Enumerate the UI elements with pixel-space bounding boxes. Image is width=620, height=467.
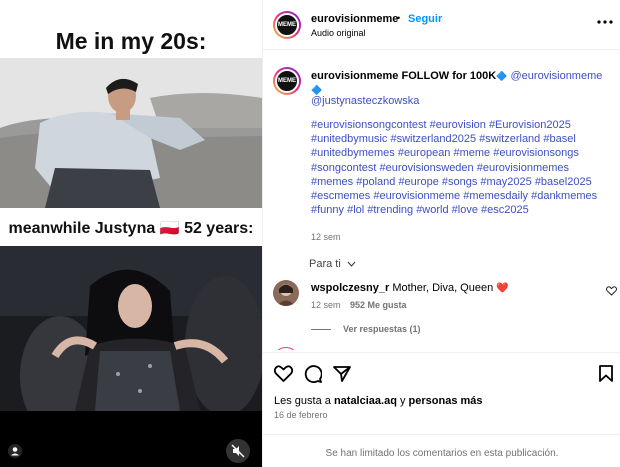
comment-likes[interactable]: 952 Me gusta (350, 300, 407, 310)
liker-username[interactable]: natalciaa.aq (334, 395, 397, 407)
caption-timestamp: 12 sem (311, 232, 341, 242)
share-icon[interactable] (333, 365, 351, 383)
blue-diamond-icon: 🔷 (496, 71, 508, 81)
meme-mid-caption: meanwhile Justyna 🇵🇱 52 years: (8, 220, 254, 237)
commenter-avatar[interactable] (273, 280, 299, 306)
post-date: 16 de febrero (274, 410, 328, 420)
chevron-down-icon (347, 261, 356, 268)
likes-prefix: Les gusta a (274, 395, 331, 407)
post-media[interactable]: Me in my 20s: meanwhile Justyna 🇵🇱 52 ye… (0, 0, 262, 467)
sort-label: Para ti (309, 258, 341, 270)
replies-divider (311, 329, 331, 330)
mention-link[interactable]: @eurovisionmeme (511, 70, 603, 82)
comment-sort-dropdown[interactable]: Para ti (309, 258, 356, 270)
more-options-icon[interactable] (597, 19, 613, 25)
next-commenter-avatar[interactable] (273, 347, 299, 350)
post-sidebar: MEME eurovisionmeme • Seguir Audio origi… (262, 0, 620, 467)
likes-middle: y (399, 395, 406, 407)
post-header: MEME eurovisionmeme • Seguir Audio origi… (263, 0, 620, 50)
comment-timestamp: 12 sem (311, 300, 341, 310)
meme-photo-singer (0, 246, 262, 411)
comment-text: Mother, Diva, Queen (392, 282, 494, 294)
commenter-username[interactable]: wspolczesny_r (311, 282, 389, 294)
likes-others-link[interactable]: personas más (409, 395, 483, 407)
comment-body: wspolczesny_r Mother, Diva, Queen ❤️ (311, 282, 509, 294)
comments-limited-notice: Se han limitado los comentarios en esta … (325, 448, 559, 459)
audio-label[interactable]: Audio original (311, 28, 366, 38)
caption-lead-line: eurovisionmeme FOLLOW for 100K🔷 @eurovis… (311, 69, 611, 97)
media-footer-bar (0, 411, 262, 467)
bookmark-icon[interactable] (599, 365, 613, 382)
author-username[interactable]: eurovisionmeme (311, 13, 398, 25)
header-separator: • (397, 13, 401, 23)
user-tag-icon[interactable] (8, 444, 22, 458)
author-avatar[interactable]: MEME (273, 11, 301, 39)
caption-avatar[interactable]: MEME (273, 67, 301, 95)
comment-icon[interactable] (304, 365, 322, 383)
meme-top-caption: Me in my 20s: (55, 28, 207, 54)
mention-link[interactable]: @justynasteczkowska (311, 95, 419, 107)
caption-lead-text: FOLLOW for 100K (401, 70, 497, 82)
mute-icon[interactable] (226, 439, 250, 463)
likes-summary: Les gusta a natalciaa.aq y personas más (274, 395, 483, 407)
comments-section[interactable]: MEME eurovisionmeme FOLLOW for 100K🔷 @eu… (263, 50, 620, 350)
footer-divider (263, 434, 620, 435)
red-heart-icon: ❤️ (496, 283, 509, 294)
caption-hashtags[interactable]: #eurovisionsongcontest #eurovision #Euro… (311, 118, 611, 217)
blue-diamond-icon: 🔷 (311, 85, 323, 95)
meme-photo-young-man (0, 58, 262, 208)
action-bar: Les gusta a natalciaa.aq y personas más … (263, 352, 620, 467)
like-heart-icon[interactable] (274, 365, 293, 382)
view-replies-link[interactable]: Ver respuestas (1) (343, 324, 421, 334)
caption-username[interactable]: eurovisionmeme (311, 70, 398, 82)
follow-button[interactable]: Seguir (408, 13, 442, 25)
heart-icon[interactable] (606, 286, 617, 296)
comment-meta: 12 sem 952 Me gusta (311, 300, 407, 310)
